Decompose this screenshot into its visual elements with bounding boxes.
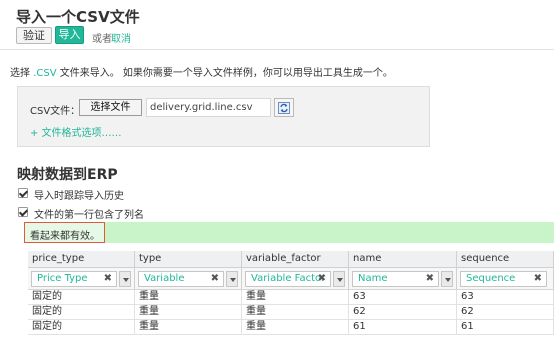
csv-file-label: CSV文件： <box>30 106 81 117</box>
grid-column: name Name ✖ 63 62 61 <box>349 251 457 337</box>
chevron-down-icon[interactable] <box>119 271 131 287</box>
field-mapping-cell: Variable Factor ✖ <box>242 268 349 290</box>
grid-column: type Variable ✖ 重量 重量 重量 <box>135 251 242 337</box>
table-cell: 61 <box>457 320 554 335</box>
clear-icon[interactable]: ✖ <box>104 272 112 286</box>
table-cell: 固定的 <box>28 290 135 305</box>
field-select[interactable]: Variable ✖ <box>138 271 224 287</box>
checkbox-checked-icon[interactable] <box>18 188 28 198</box>
chevron-down-icon[interactable] <box>226 271 238 287</box>
clear-icon[interactable]: ✖ <box>426 272 434 286</box>
table-cell: 62 <box>349 305 457 320</box>
column-header: name <box>349 251 457 268</box>
verify-button[interactable]: 验证 <box>16 27 52 44</box>
grid-column: price_type Price Type ✖ 固定的 固定的 固定的 <box>28 251 135 337</box>
field-select-value: Price Type <box>37 273 88 284</box>
first-row-header-label: 文件的第一行包含了列名 <box>34 210 144 221</box>
table-cell: 重量 <box>242 290 349 305</box>
clear-icon[interactable]: ✖ <box>211 272 219 286</box>
column-header: price_type <box>28 251 135 268</box>
table-cell: 重量 <box>242 305 349 320</box>
field-mapping-cell: Name ✖ <box>349 268 457 290</box>
mapping-title: 映射数据到ERP <box>17 167 118 183</box>
chevron-down-icon[interactable] <box>333 271 345 287</box>
page-header: 导入一个CSV文件 验证 导入 或者 取消 <box>0 0 554 50</box>
reload-icon <box>278 102 290 114</box>
intro-prefix: 选择 <box>10 68 30 79</box>
column-header: variable_factor <box>242 251 349 268</box>
column-header: type <box>135 251 242 268</box>
field-mapping-cell: Variable ✖ <box>135 268 242 290</box>
success-message-box: 看起来都有效。 <box>24 222 105 243</box>
grid-column: variable_factor Variable Factor ✖ 重量 重量 … <box>242 251 349 337</box>
clear-icon[interactable]: ✖ <box>534 272 542 286</box>
csv-link: .CSV <box>33 68 57 79</box>
chevron-down-icon[interactable] <box>441 271 453 287</box>
table-cell: 61 <box>349 320 457 335</box>
file-format-options-link[interactable]: + 文件格式选项…… <box>30 124 122 139</box>
field-select-value: Sequence <box>466 273 516 284</box>
import-button[interactable]: 导入 <box>55 26 84 44</box>
table-cell: 重量 <box>135 290 242 305</box>
page-title: 导入一个CSV文件 <box>16 8 140 26</box>
table-cell: 62 <box>457 305 554 320</box>
checkbox-checked-icon[interactable] <box>18 207 28 217</box>
field-select[interactable]: Sequence ✖ <box>460 271 547 287</box>
table-cell: 固定的 <box>28 305 135 320</box>
field-select-value: Name <box>358 273 388 284</box>
track-history-label: 导入时跟踪导入历史 <box>34 191 124 202</box>
table-cell: 63 <box>457 290 554 305</box>
table-cell: 固定的 <box>28 320 135 335</box>
intro-text: 选择 .CSV 文件来导入。 如果你需要一个导入文件样例，你可以用导出工具生成一… <box>10 64 393 79</box>
table-cell: 63 <box>349 290 457 305</box>
success-message: 看起来都有效。 <box>30 231 100 242</box>
field-mapping-cell: Price Type ✖ <box>28 268 135 290</box>
field-select[interactable]: Variable Factor ✖ <box>245 271 331 287</box>
table-cell: 重量 <box>242 320 349 335</box>
file-name-field[interactable]: delivery.grid.line.csv <box>146 98 271 117</box>
file-panel: CSV文件： 选择文件 delivery.grid.line.csv + 文件格… <box>17 86 430 147</box>
intro-suffix: 文件来导入。 如果你需要一个导入文件样例，你可以用导出工具生成一个。 <box>59 68 393 79</box>
column-header: sequence <box>457 251 554 268</box>
choose-file-button[interactable]: 选择文件 <box>79 99 142 116</box>
field-select-value: Variable <box>144 273 185 284</box>
field-select-value: Variable Factor <box>251 273 326 284</box>
grid-column: sequence Sequence ✖ 63 62 61 <box>457 251 554 337</box>
field-select[interactable]: Name ✖ <box>352 271 439 287</box>
table-cell: 重量 <box>135 305 242 320</box>
cancel-link[interactable]: 取消 <box>111 30 131 45</box>
reload-button[interactable] <box>274 98 294 117</box>
field-mapping-cell: Sequence ✖ <box>457 268 554 290</box>
field-select[interactable]: Price Type ✖ <box>31 271 117 287</box>
table-cell: 重量 <box>135 320 242 335</box>
import-preview-grid: price_type Price Type ✖ 固定的 固定的 固定的 type… <box>28 251 554 337</box>
clear-icon[interactable]: ✖ <box>318 272 326 286</box>
or-text: 或者 <box>92 34 112 45</box>
